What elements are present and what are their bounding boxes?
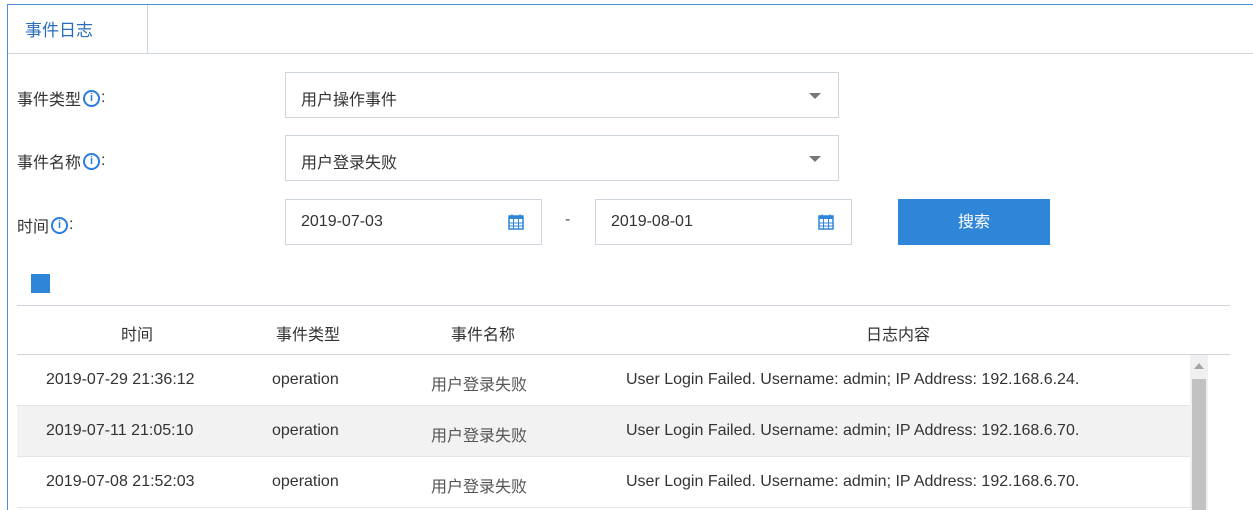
- start-date-input[interactable]: 2019-07-03: [285, 199, 542, 245]
- cell-log-content: User Login Failed. Username: admin; IP A…: [626, 371, 1080, 388]
- dropdown-caret-icon: [809, 156, 821, 162]
- cell-time: 2019-07-08 21:52:03: [46, 473, 195, 490]
- calendar-icon[interactable]: [508, 214, 524, 230]
- tab-event-log[interactable]: 事件日志: [8, 5, 148, 53]
- event-name-select[interactable]: 用户登录失败: [285, 135, 839, 181]
- start-date-value: 2019-07-03: [301, 213, 383, 230]
- cell-log-content: User Login Failed. Username: admin; IP A…: [626, 473, 1080, 490]
- cell-event-type: operation: [272, 371, 339, 388]
- column-header-event-name[interactable]: 事件名称: [451, 321, 515, 345]
- event-name-value: 用户登录失败: [301, 155, 398, 172]
- info-icon[interactable]: i: [83, 152, 101, 170]
- event-type-label: 事件类型 i :: [17, 89, 106, 109]
- search-button[interactable]: 搜索: [898, 199, 1050, 245]
- info-icon[interactable]: i: [51, 216, 69, 234]
- table-scrollbar[interactable]: [1190, 355, 1208, 510]
- end-date-input[interactable]: 2019-08-01: [595, 199, 852, 245]
- cell-time: 2019-07-11 21:05:10: [46, 422, 194, 439]
- cell-event-name: 用户登录失败: [431, 428, 528, 445]
- scrollbar-thumb[interactable]: [1192, 379, 1206, 510]
- column-header-event-type[interactable]: 事件类型: [276, 321, 340, 345]
- date-range-separator: -: [565, 211, 571, 228]
- event-type-value: 用户操作事件: [301, 92, 398, 109]
- cell-event-type: operation: [272, 422, 339, 439]
- export-button[interactable]: [31, 274, 50, 293]
- info-icon[interactable]: i: [83, 89, 101, 107]
- table-header: 时间 事件类型 事件名称 日志内容: [17, 305, 1230, 355]
- cell-time: 2019-07-29 21:36:12: [46, 371, 195, 388]
- cell-event-type: operation: [272, 473, 339, 490]
- time-label: 时间 i :: [17, 216, 74, 236]
- cell-event-name: 用户登录失败: [431, 377, 528, 394]
- column-header-log-content[interactable]: 日志内容: [866, 321, 930, 345]
- tab-bar: 事件日志: [8, 5, 1253, 54]
- event-type-select[interactable]: 用户操作事件: [285, 72, 839, 118]
- end-date-value: 2019-08-01: [611, 213, 693, 230]
- table-row[interactable]: 2019-07-29 21:36:12 operation 用户登录失败 Use…: [17, 355, 1199, 406]
- event-name-label: 事件名称 i :: [17, 152, 106, 172]
- table-row[interactable]: 2019-07-08 21:52:03 operation 用户登录失败 Use…: [17, 457, 1199, 508]
- table-row[interactable]: 2019-07-11 21:05:10 operation 用户登录失败 Use…: [17, 406, 1199, 457]
- cell-log-content: User Login Failed. Username: admin; IP A…: [626, 422, 1080, 439]
- cell-event-name: 用户登录失败: [431, 479, 528, 496]
- dropdown-caret-icon: [809, 93, 821, 99]
- column-header-time[interactable]: 时间: [121, 321, 153, 345]
- tab-event-log-label: 事件日志: [25, 21, 93, 40]
- scroll-up-arrow-icon[interactable]: [1194, 363, 1204, 369]
- calendar-icon[interactable]: [818, 214, 834, 230]
